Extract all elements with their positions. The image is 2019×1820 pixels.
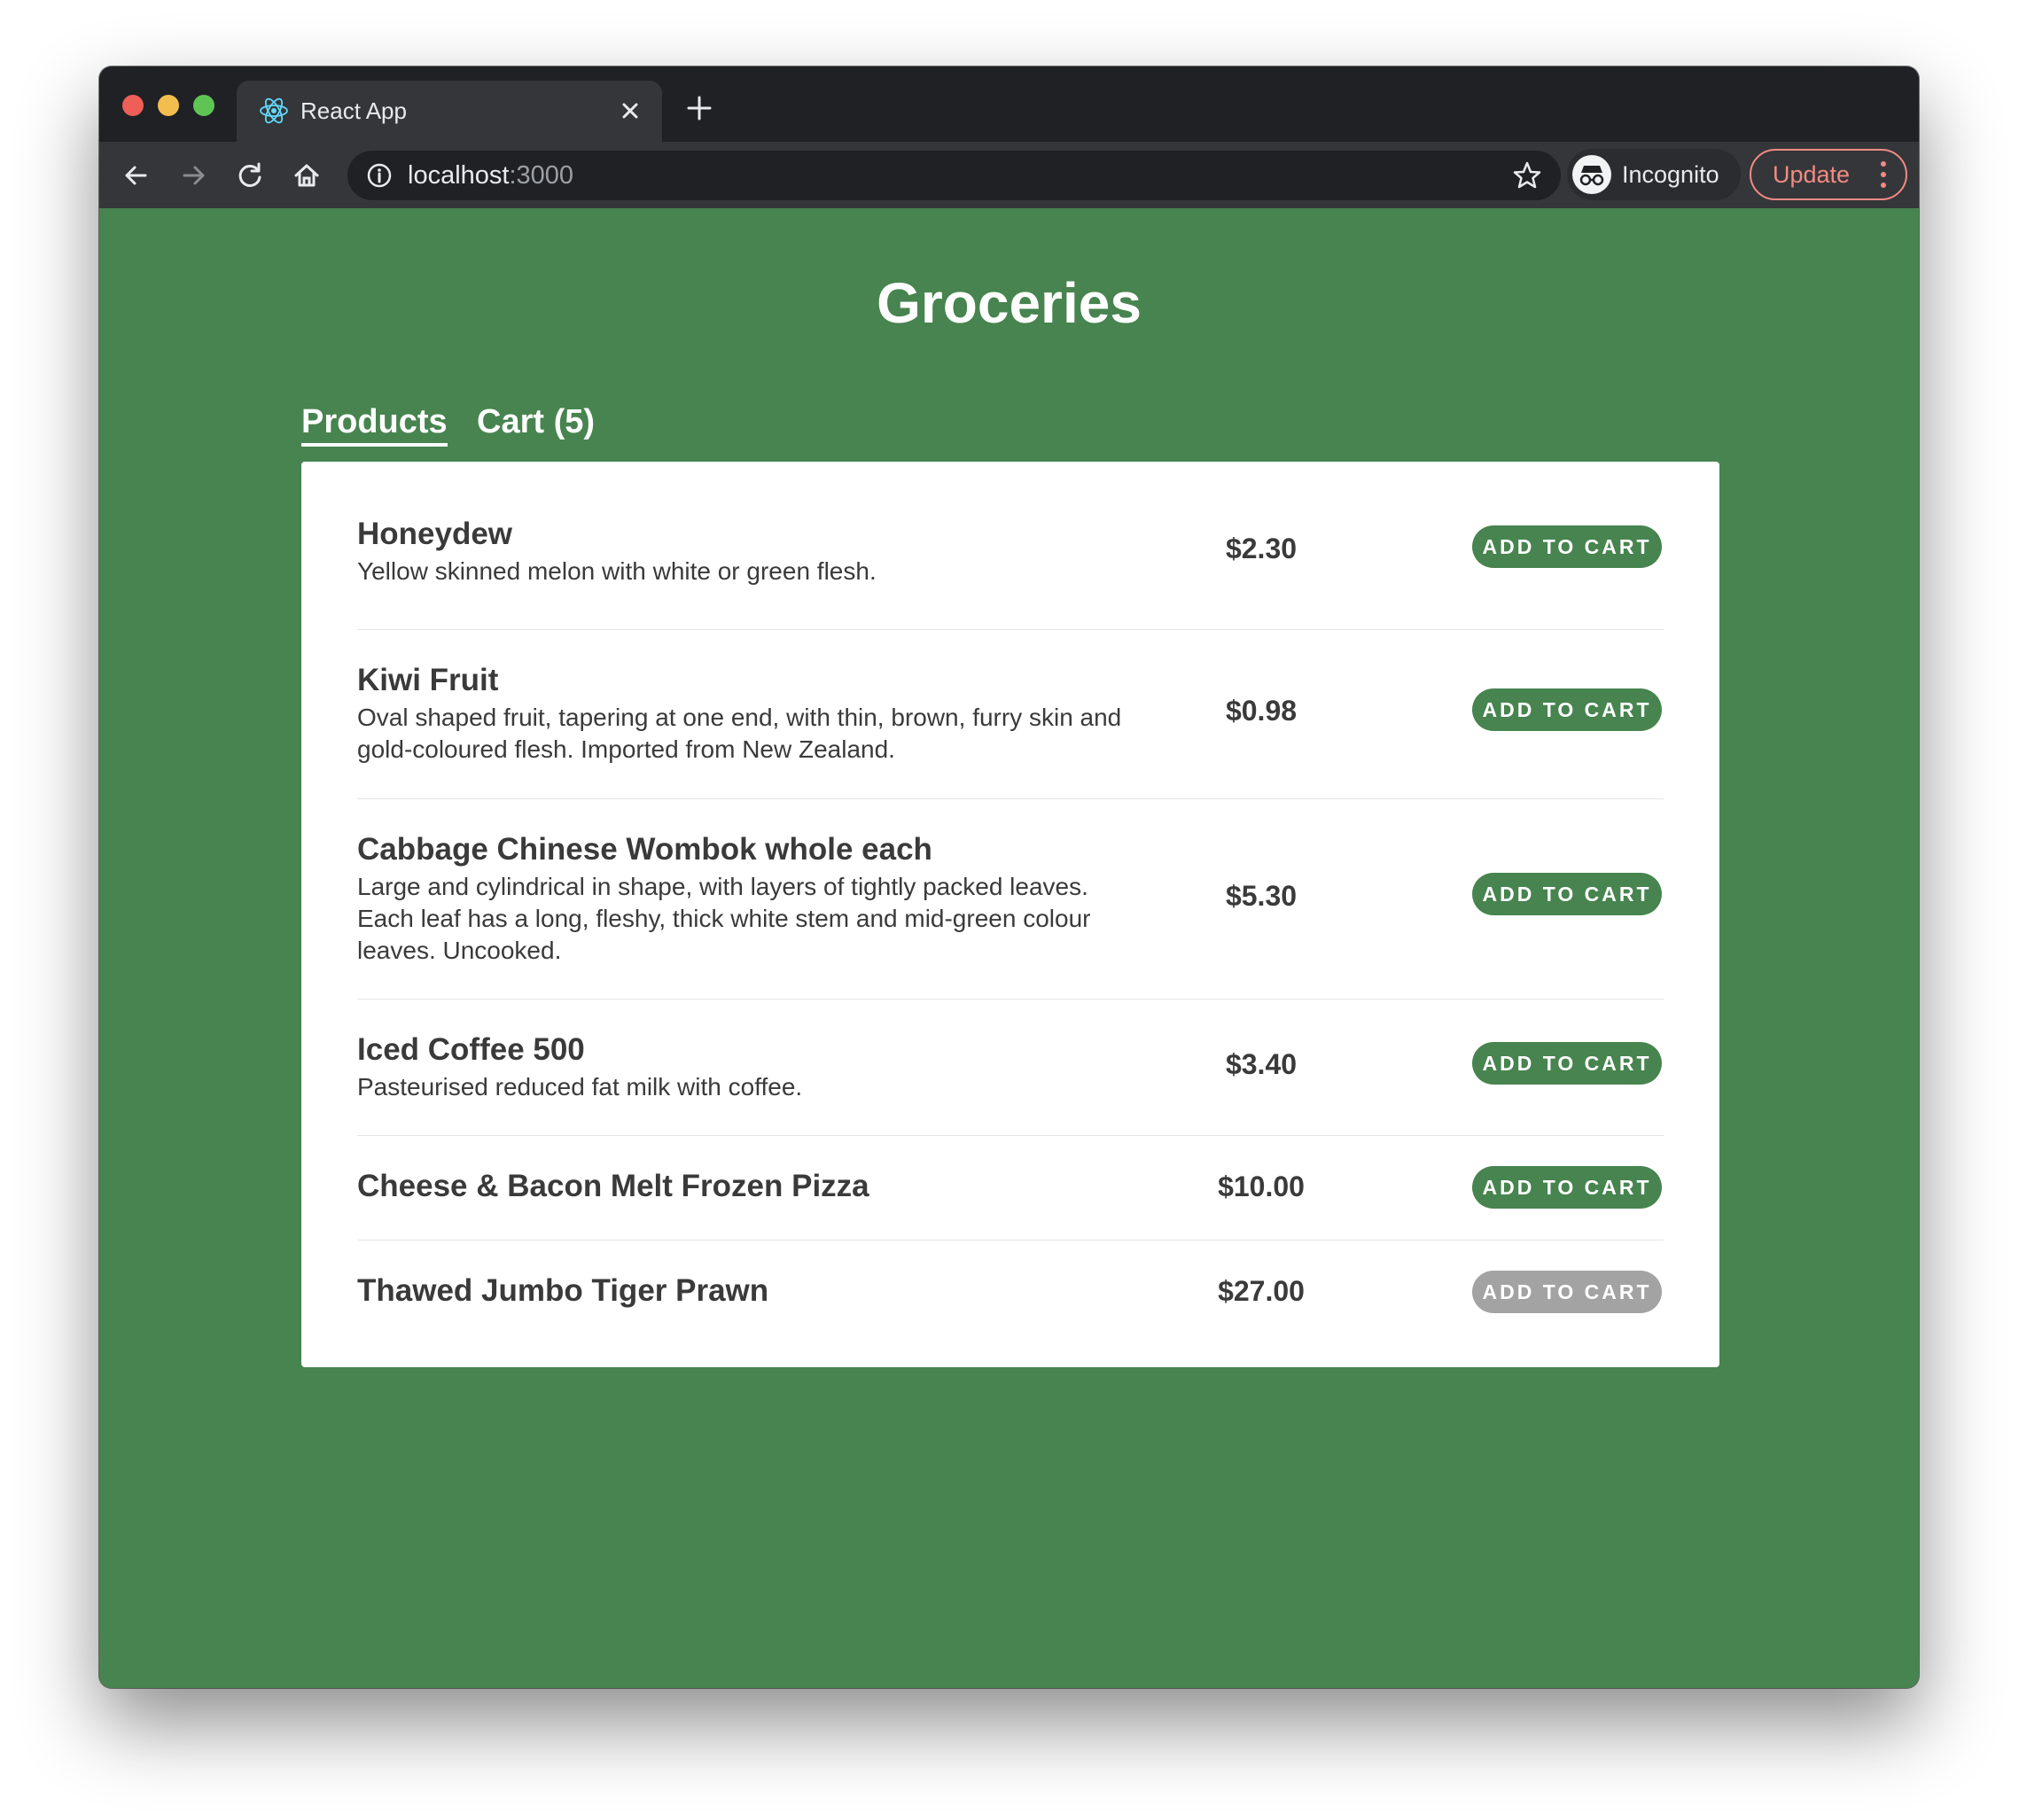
add-to-cart-button[interactable]: ADD TO CART <box>1472 525 1662 568</box>
product-name: Iced Coffee 500 <box>357 1032 585 1067</box>
info-icon[interactable] <box>365 161 394 190</box>
product-name: Cheese & Bacon Melt Frozen Pizza <box>357 1169 869 1203</box>
product-name: Thawed Jumbo Tiger Prawn <box>357 1273 769 1308</box>
update-button[interactable]: Update <box>1750 149 1907 200</box>
url-port: :3000 <box>509 161 574 190</box>
more-menu-icon[interactable] <box>1881 161 1886 188</box>
product-price: $5.30 <box>1225 880 1298 912</box>
product-price: $2.30 <box>1225 533 1298 564</box>
product-name: Cabbage Chinese Wombok whole each <box>357 832 932 867</box>
page-title: Groceries <box>877 271 1142 335</box>
add-to-cart-button[interactable]: ADD TO CART <box>1472 873 1662 915</box>
back-arrow-icon[interactable] <box>119 158 154 193</box>
product-row: Cheese & Bacon Melt Frozen Pizza $10.00 … <box>357 1135 1664 1241</box>
tab-cart[interactable]: Cart (5) <box>477 403 595 441</box>
product-description: Yellow skinned melon with white or green… <box>357 557 877 585</box>
page-content: Groceries Products Cart (5) Honeydew Yel… <box>99 208 1919 1688</box>
home-icon[interactable] <box>289 158 324 193</box>
tab-title: React App <box>300 97 407 124</box>
add-to-cart-button-disabled[interactable]: ADD TO CART <box>1472 1271 1662 1313</box>
add-to-cart-button[interactable]: ADD TO CART <box>1472 1166 1662 1209</box>
product-list: Honeydew Yellow skinned melon with white… <box>301 462 1719 1367</box>
address-bar[interactable]: localhost:3000 <box>347 151 1561 200</box>
incognito-profile-button[interactable]: Incognito <box>1567 149 1741 200</box>
product-row: Iced Coffee 500 Pasteurised reduced fat … <box>357 999 1664 1136</box>
react-logo-icon <box>258 95 290 127</box>
product-price: $27.00 <box>1218 1275 1305 1307</box>
product-name: Honeydew <box>357 517 513 551</box>
incognito-icon <box>1572 155 1611 194</box>
update-label: Update <box>1773 161 1851 188</box>
url-host: localhost <box>408 161 510 190</box>
browser-toolbar: localhost:3000 Incognito Update <box>99 142 1919 208</box>
close-window-button[interactable] <box>122 95 144 116</box>
url-text: localhost:3000 <box>408 161 573 191</box>
incognito-label: Incognito <box>1622 161 1719 188</box>
reload-icon[interactable] <box>232 158 268 193</box>
product-price: $3.40 <box>1225 1048 1298 1080</box>
product-row: Cabbage Chinese Wombok whole each Large … <box>357 798 1664 999</box>
tab-products[interactable]: Products <box>301 403 448 447</box>
product-row: Thawed Jumbo Tiger Prawn $27.00 ADD TO C… <box>357 1240 1664 1344</box>
product-row: Kiwi Fruit Oval shaped fruit, tapering a… <box>357 629 1664 799</box>
forward-arrow-icon[interactable] <box>175 158 211 193</box>
product-name: Kiwi Fruit <box>357 663 499 697</box>
minimize-window-button[interactable] <box>158 95 179 116</box>
browser-titlebar: React App <box>99 66 1919 142</box>
product-description: Large and cylindrical in shape, with lay… <box>357 873 1091 964</box>
maximize-window-button[interactable] <box>193 95 214 116</box>
product-description: Pasteurised reduced fat milk with coffee… <box>357 1073 803 1101</box>
bookmark-star-icon[interactable] <box>1511 159 1543 191</box>
add-to-cart-button[interactable]: ADD TO CART <box>1472 1042 1662 1085</box>
add-to-cart-button[interactable]: ADD TO CART <box>1472 688 1662 731</box>
product-price: $0.98 <box>1225 695 1298 727</box>
product-description: Oval shaped fruit, tapering at one end, … <box>357 704 1122 763</box>
product-row: Honeydew Yellow skinned melon with white… <box>357 517 1664 630</box>
product-price: $10.00 <box>1218 1171 1305 1202</box>
new-tab-icon[interactable] <box>684 93 714 123</box>
tab-close-icon[interactable] <box>616 97 644 125</box>
browser-tab[interactable]: React App <box>237 81 662 142</box>
browser-window: React App localhost:3000 Incognito Updat… <box>99 66 1919 1688</box>
